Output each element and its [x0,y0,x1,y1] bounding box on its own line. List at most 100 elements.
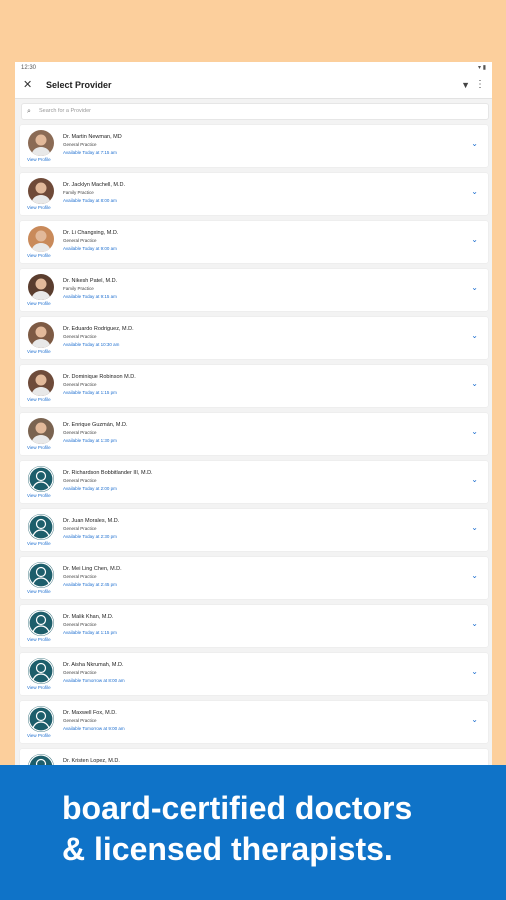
provider-specialty: General Practice [63,718,97,723]
chevron-down-icon[interactable]: ⌄ [471,667,478,676]
provider-photo[interactable] [28,130,54,156]
app-bar: ✕ Select Provider ▼ ⋮ [15,74,492,99]
provider-name: Dr. Dominique Robinson M.D. [63,374,136,380]
provider-specialty: Family Practice [63,286,94,291]
search-input[interactable]: ⌕ Search for a Provider [21,103,489,120]
provider-availability: Available Today at 2:30 pm [63,534,117,539]
provider-name: Dr. Eduardo Rodriguez, M.D. [63,326,134,332]
view-profile-link[interactable]: View Profile [27,637,51,642]
default-avatar-icon[interactable] [28,706,54,732]
provider-photo[interactable] [28,370,54,396]
provider-card[interactable]: View Profile Dr. Martin Newman, MD General… [20,125,488,167]
provider-name: Dr. Maxwell Fox, M.D. [63,710,117,716]
provider-specialty: Family Practice [63,190,94,195]
chevron-down-icon[interactable]: ⌄ [471,331,478,340]
chevron-down-icon[interactable]: ⌄ [471,187,478,196]
search-placeholder: Search for a Provider [39,108,91,114]
provider-availability: Available Today at 9:15 am [63,294,117,299]
chevron-down-icon[interactable]: ⌄ [471,715,478,724]
chevron-down-icon[interactable]: ⌄ [471,379,478,388]
chevron-down-icon[interactable]: ⌄ [471,571,478,580]
chevron-down-icon[interactable]: ⌄ [471,235,478,244]
provider-availability: Available Today at 1:15 pm [63,630,117,635]
provider-availability: Available Today at 2:00 pm [63,486,117,491]
view-profile-link[interactable]: View Profile [27,541,51,546]
view-profile-link[interactable]: View Profile [27,253,51,258]
provider-name: Dr. Li Changxing, M.D. [63,230,119,236]
chevron-down-icon[interactable]: ⌄ [471,139,478,148]
view-profile-link[interactable]: View Profile [27,493,51,498]
provider-specialty: General Practice [63,526,97,531]
provider-name: Dr. Juan Morales, M.D. [63,518,120,524]
provider-availability: Available Today at 1:30 pm [63,438,117,443]
view-profile-link[interactable]: View Profile [27,397,51,402]
provider-card[interactable]: View Profile Dr. Aisha Nkrumah, M.D. Gener… [20,653,488,695]
filter-icon[interactable]: ▼ [461,80,470,90]
provider-availability: Available Today at 2:45 pm [63,582,117,587]
provider-card[interactable]: View Profile Dr. Jacklyn Machell, M.D. Fam… [20,173,488,215]
default-avatar-icon[interactable] [28,466,54,492]
provider-card[interactable]: View Profile Dr. Maxwell Fox, M.D. General… [20,701,488,743]
provider-card[interactable]: View Profile Dr. Malik Khan, M.D. General … [20,605,488,647]
provider-name: Dr. Mei Ling Chen, M.D. [63,566,122,572]
view-profile-link[interactable]: View Profile [27,685,51,690]
provider-photo[interactable] [28,274,54,300]
provider-card[interactable]: View Profile Dr. Dominique Robinson M.D. G… [20,365,488,407]
provider-name: Dr. Jacklyn Machell, M.D. [63,182,126,188]
provider-card[interactable]: View Profile Dr. Richardson Bobbitlander … [20,461,488,503]
provider-availability: Available Tomorrow at 8:00 am [63,678,125,683]
close-icon[interactable]: ✕ [23,78,32,91]
provider-card[interactable]: View Profile Dr. Eduardo Rodriguez, M.D. G… [20,317,488,359]
view-profile-link[interactable]: View Profile [27,445,51,450]
chevron-down-icon[interactable]: ⌄ [471,427,478,436]
view-profile-link[interactable]: View Profile [27,157,51,162]
provider-name: Dr. Malik Khan, M.D. [63,614,114,620]
provider-specialty: General Practice [63,382,97,387]
default-avatar-icon[interactable] [28,658,54,684]
provider-availability: Available Tomorrow at 9:00 am [63,726,125,731]
provider-name: Dr. Nikesh Patel, M.D. [63,278,118,284]
view-profile-link[interactable]: View Profile [27,349,51,354]
provider-specialty: General Practice [63,238,97,243]
provider-availability: Available Today at 7:15 am [63,150,117,155]
banner-headline-1: board-certified doctors [62,790,413,826]
chevron-down-icon[interactable]: ⌄ [471,523,478,532]
chevron-down-icon[interactable]: ⌄ [471,283,478,292]
provider-specialty: General Practice [63,430,97,435]
provider-card[interactable]: View Profile Dr. Enrique Guzmán, M.D. Gene… [20,413,488,455]
provider-card[interactable]: View Profile Dr. Li Changxing, M.D. Genera… [20,221,488,263]
provider-list: View Profile Dr. Martin Newman, MD General… [20,125,488,772]
default-avatar-icon[interactable] [28,514,54,540]
provider-specialty: General Practice [63,670,97,675]
provider-photo[interactable] [28,322,54,348]
provider-photo[interactable] [28,226,54,252]
provider-availability: Available Today at 1:15 pm [63,390,117,395]
status-time: 12:30 [21,65,37,71]
chevron-down-icon[interactable]: ⌄ [471,619,478,628]
chevron-down-icon[interactable]: ⌄ [471,475,478,484]
more-options-icon[interactable]: ⋮ [475,79,485,90]
provider-photo[interactable] [28,418,54,444]
view-profile-link[interactable]: View Profile [27,589,51,594]
provider-card[interactable]: View Profile Dr. Mei Ling Chen, M.D. Gener… [20,557,488,599]
provider-card[interactable]: View Profile Dr. Nikesh Patel, M.D. Family… [20,269,488,311]
view-profile-link[interactable]: View Profile [27,205,51,210]
page-title: Select Provider [46,80,112,90]
provider-name: Dr. Enrique Guzmán, M.D. [63,422,128,428]
provider-name: Dr. Richardson Bobbitlander III, M.D. [63,470,153,476]
provider-name: Dr. Kristen Lopez, M.D. [63,758,120,764]
provider-card[interactable]: View Profile Dr. Juan Morales, M.D. Genera… [20,509,488,551]
status-bar: 12:30 ▾ ▮ [15,62,492,74]
default-avatar-icon[interactable] [28,562,54,588]
view-profile-link[interactable]: View Profile [27,733,51,738]
view-profile-link[interactable]: View Profile [27,301,51,306]
provider-specialty: General Practice [63,478,97,483]
provider-specialty: General Practice [63,574,97,579]
default-avatar-icon[interactable] [28,610,54,636]
banner-headline-2: & licensed therapists. [62,831,393,867]
provider-name: Dr. Martin Newman, MD [63,134,122,140]
provider-name: Dr. Aisha Nkrumah, M.D. [63,662,124,668]
app-screen: 12:30 ▾ ▮ ✕ Select Provider ▼ ⋮ ⌕ Search… [15,62,492,772]
provider-photo[interactable] [28,178,54,204]
status-icons: ▾ ▮ [478,65,486,71]
